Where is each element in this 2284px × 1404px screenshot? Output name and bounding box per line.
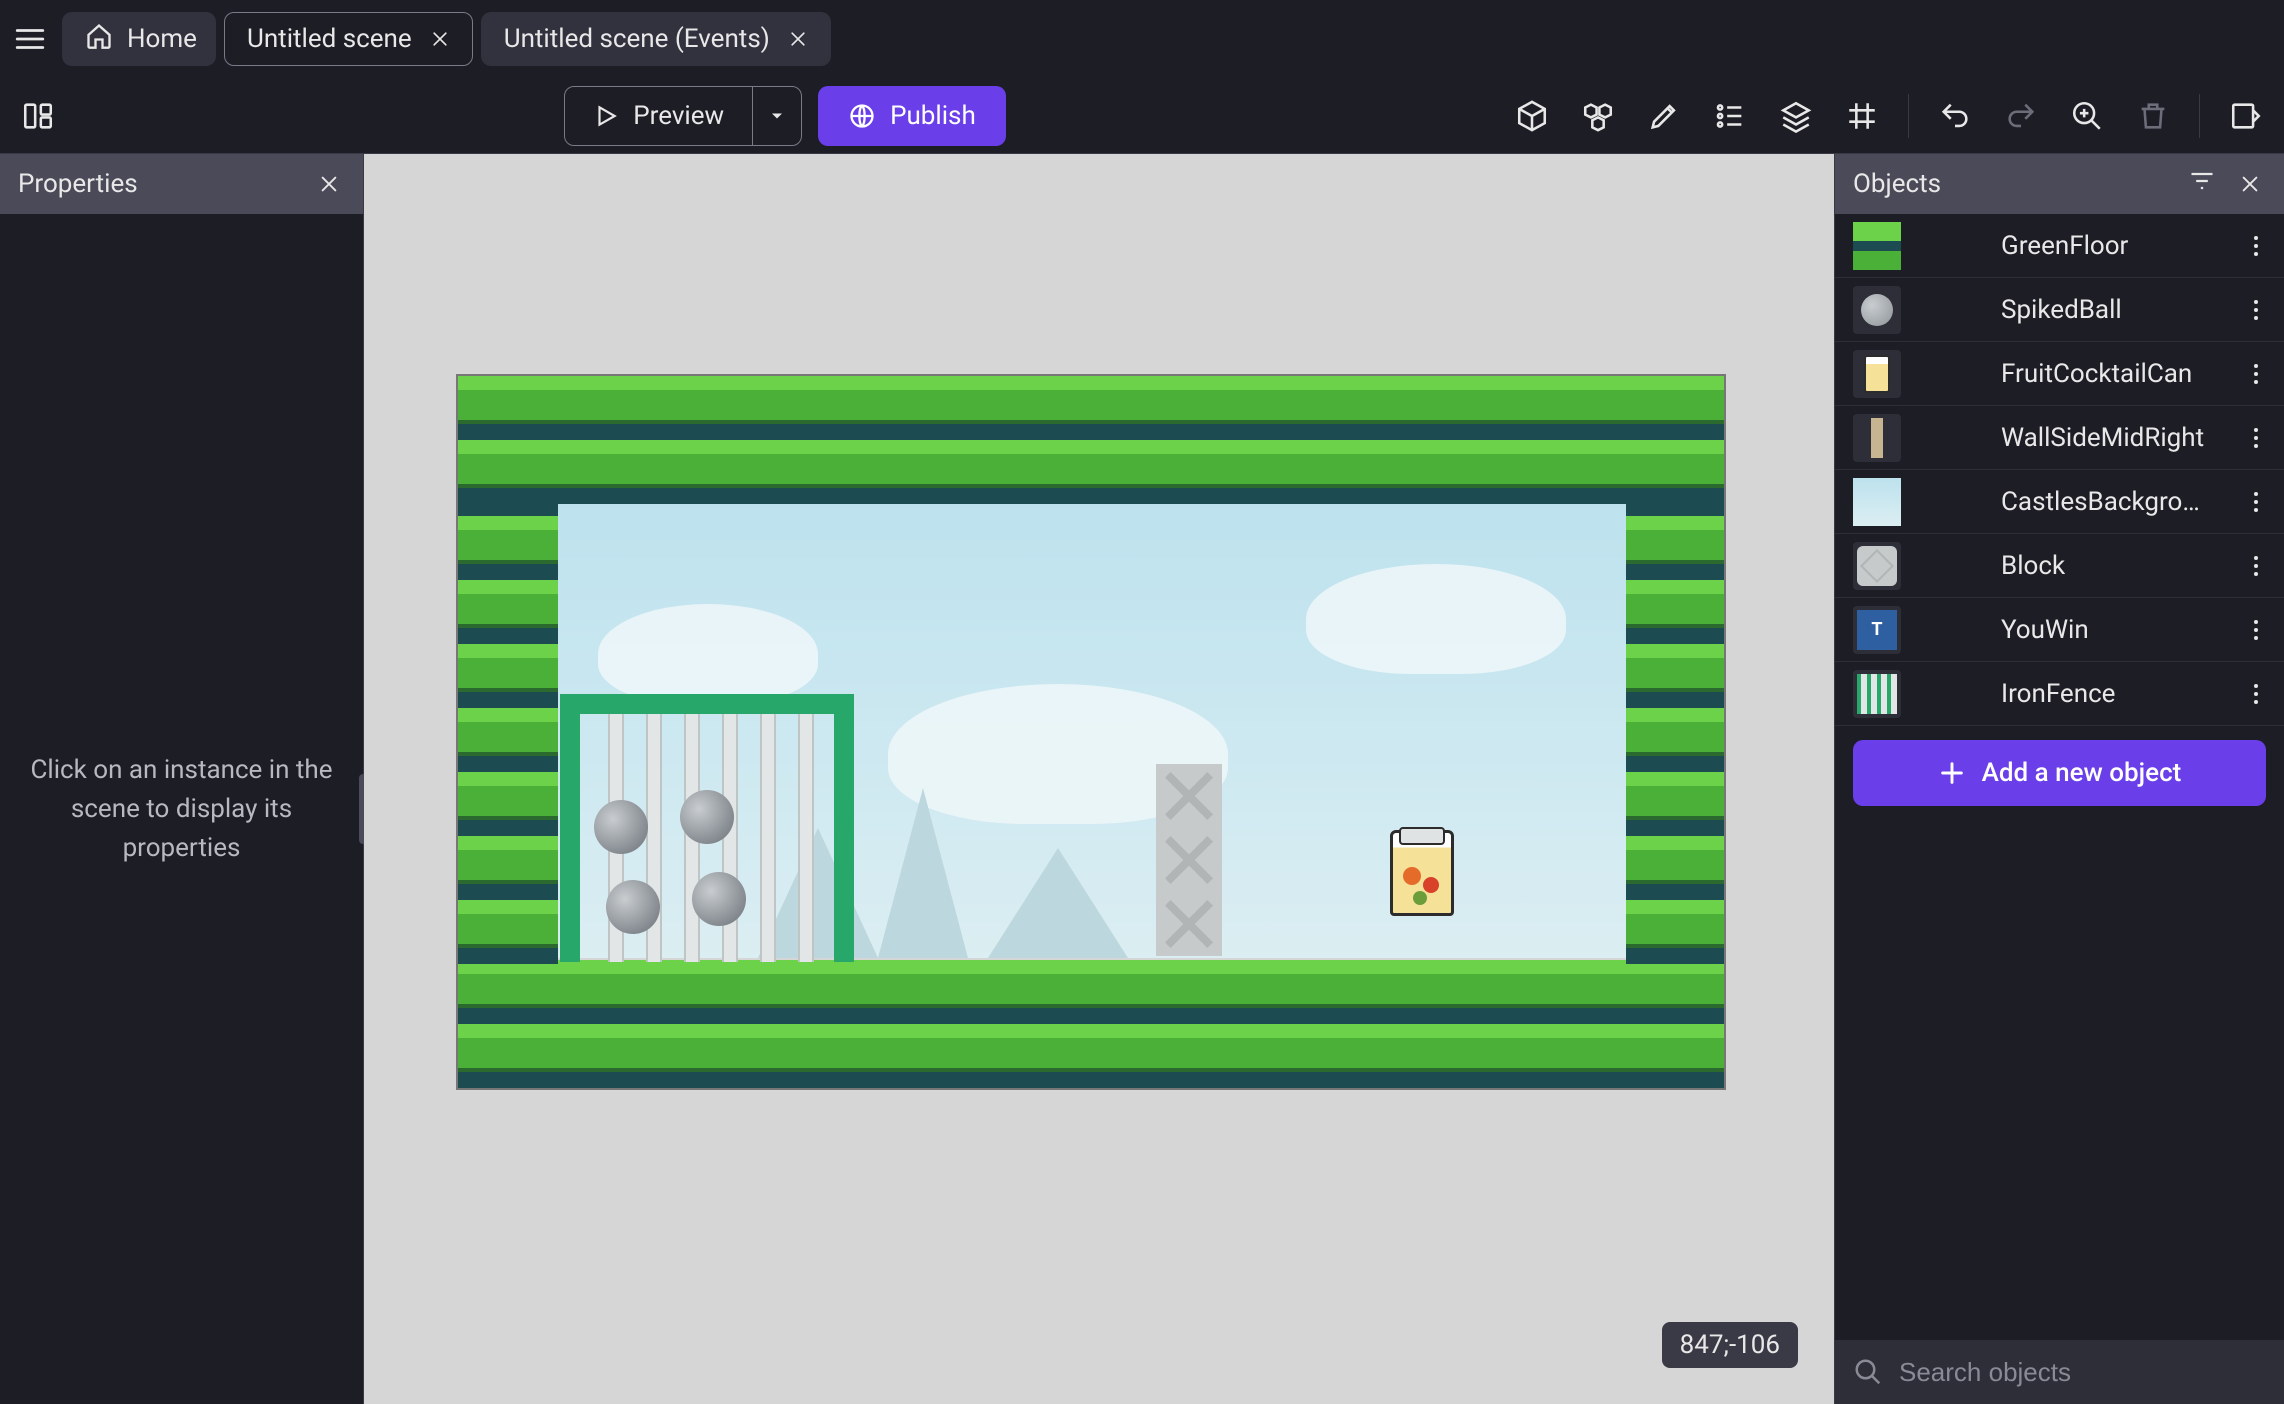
pencil-icon[interactable] — [1640, 92, 1688, 140]
objects-header: Objects — [1835, 154, 2284, 214]
object-thumb: T — [1853, 606, 1901, 654]
trash-icon[interactable] — [2129, 92, 2177, 140]
block-instance[interactable] — [1156, 892, 1222, 956]
tab-home[interactable]: Home — [62, 12, 216, 66]
object-name: CastlesBackgro… — [2001, 487, 2218, 517]
object-menu-button[interactable] — [2238, 548, 2274, 584]
objects-search — [1835, 1340, 2284, 1404]
toggle-panels-icon[interactable] — [14, 92, 62, 140]
properties-close-button[interactable] — [313, 168, 345, 200]
properties-placeholder: Click on an instance in the scene to dis… — [30, 751, 333, 868]
layers-icon[interactable] — [1772, 92, 1820, 140]
object-row-wallsidemidright[interactable]: WallSideMidRight — [1835, 406, 2284, 470]
object-row-ironfence[interactable]: IronFence — [1835, 662, 2284, 726]
object-name: Block — [2001, 551, 2218, 581]
object-menu-button[interactable] — [2238, 228, 2274, 264]
block-instance[interactable] — [1156, 764, 1222, 828]
green-floor-right[interactable] — [1626, 504, 1724, 964]
object-menu-button[interactable] — [2238, 420, 2274, 456]
objects-title: Objects — [1853, 169, 1941, 199]
object-thumb — [1853, 414, 1901, 462]
preview-label: Preview — [633, 101, 724, 131]
tab-home-label: Home — [127, 24, 197, 54]
object-row-block[interactable]: Block — [1835, 534, 2284, 598]
main-area: Properties Click on an instance in the s… — [0, 154, 2284, 1404]
main-menu-button[interactable] — [6, 15, 54, 63]
scene-canvas[interactable] — [456, 374, 1726, 1090]
toolbar-separator — [2199, 94, 2200, 138]
spiked-ball-instance[interactable] — [596, 870, 670, 944]
object-row-spikedball[interactable]: SpikedBall — [1835, 278, 2284, 342]
object-thumb — [1853, 478, 1901, 526]
green-floor-top[interactable] — [458, 376, 1724, 504]
properties-body: Click on an instance in the scene to dis… — [0, 214, 363, 1404]
scene-viewport[interactable]: 847;-106 — [364, 154, 1834, 1404]
object-name: GreenFloor — [2001, 231, 2218, 261]
objects-close-button[interactable] — [2234, 168, 2266, 200]
tab-scene-events-label: Untitled scene (Events) — [504, 24, 770, 54]
cube-icon[interactable] — [1508, 92, 1556, 140]
topbar: Home Untitled scene Untitled scene (Even… — [0, 0, 2284, 78]
object-thumb — [1853, 286, 1901, 334]
preview-dropdown-button[interactable] — [753, 87, 801, 145]
redo-icon[interactable] — [1997, 92, 2045, 140]
search-icon — [1853, 1357, 1883, 1387]
tab-scene-events[interactable]: Untitled scene (Events) — [481, 12, 831, 66]
object-row-youwin[interactable]: T YouWin — [1835, 598, 2284, 662]
object-name: SpikedBall — [2001, 295, 2218, 325]
toolbar: Preview Publish — [0, 78, 2284, 154]
object-name: WallSideMidRight — [2001, 423, 2218, 453]
spiked-ball-instance[interactable] — [670, 780, 744, 854]
object-thumb — [1853, 350, 1901, 398]
object-name: FruitCocktailCan — [2001, 359, 2218, 389]
toolbar-separator — [1908, 94, 1909, 138]
spiked-ball-instance[interactable] — [682, 862, 756, 936]
properties-header: Properties — [0, 154, 363, 214]
properties-panel: Properties Click on an instance in the s… — [0, 154, 364, 1404]
tab-scene-label: Untitled scene — [247, 24, 412, 54]
iron-fence-instance[interactable] — [560, 694, 854, 962]
tab-scene[interactable]: Untitled scene — [224, 12, 473, 66]
preview-button[interactable]: Preview — [565, 87, 753, 145]
block-instance[interactable] — [1156, 828, 1222, 892]
grid-icon[interactable] — [1838, 92, 1886, 140]
cubes-icon[interactable] — [1574, 92, 1622, 140]
tab-close-button[interactable] — [784, 25, 812, 53]
object-row-castlesbackground[interactable]: CastlesBackgro… — [1835, 470, 2284, 534]
add-object-button[interactable]: Add a new object — [1853, 740, 2266, 806]
publish-button[interactable]: Publish — [818, 86, 1006, 146]
add-object-label: Add a new object — [1982, 758, 2182, 788]
list-icon[interactable] — [1706, 92, 1754, 140]
fruit-cocktail-can-instance[interactable] — [1390, 830, 1454, 916]
object-name: IronFence — [2001, 679, 2218, 709]
object-menu-button[interactable] — [2238, 676, 2274, 712]
objects-panel: Objects GreenFloor — [1834, 154, 2284, 1404]
preview-button-group: Preview — [564, 86, 802, 146]
green-floor-left[interactable] — [458, 504, 558, 964]
object-menu-button[interactable] — [2238, 612, 2274, 648]
home-icon — [85, 22, 113, 57]
zoom-icon[interactable] — [2063, 92, 2111, 140]
search-input[interactable] — [1899, 1357, 2266, 1388]
objects-list: GreenFloor SpikedBall FruitCocktailCan — [1835, 214, 2284, 1340]
undo-icon[interactable] — [1931, 92, 1979, 140]
object-thumb — [1853, 542, 1901, 590]
object-menu-button[interactable] — [2238, 356, 2274, 392]
properties-title: Properties — [18, 169, 138, 199]
object-menu-button[interactable] — [2238, 292, 2274, 328]
object-thumb — [1853, 670, 1901, 718]
green-floor-bottom[interactable] — [458, 960, 1724, 1088]
object-name: YouWin — [2001, 615, 2218, 645]
object-row-fruitcocktailcan[interactable]: FruitCocktailCan — [1835, 342, 2284, 406]
filter-icon[interactable] — [2188, 167, 2216, 202]
publish-label: Publish — [890, 101, 976, 131]
edit-scene-icon[interactable] — [2222, 92, 2270, 140]
tab-close-button[interactable] — [426, 25, 454, 53]
block-stack[interactable] — [1156, 764, 1222, 956]
cursor-coordinates: 847;-106 — [1662, 1322, 1798, 1368]
spiked-ball-instance[interactable] — [584, 790, 658, 864]
object-row-greenfloor[interactable]: GreenFloor — [1835, 214, 2284, 278]
object-menu-button[interactable] — [2238, 484, 2274, 520]
object-thumb — [1853, 222, 1901, 270]
